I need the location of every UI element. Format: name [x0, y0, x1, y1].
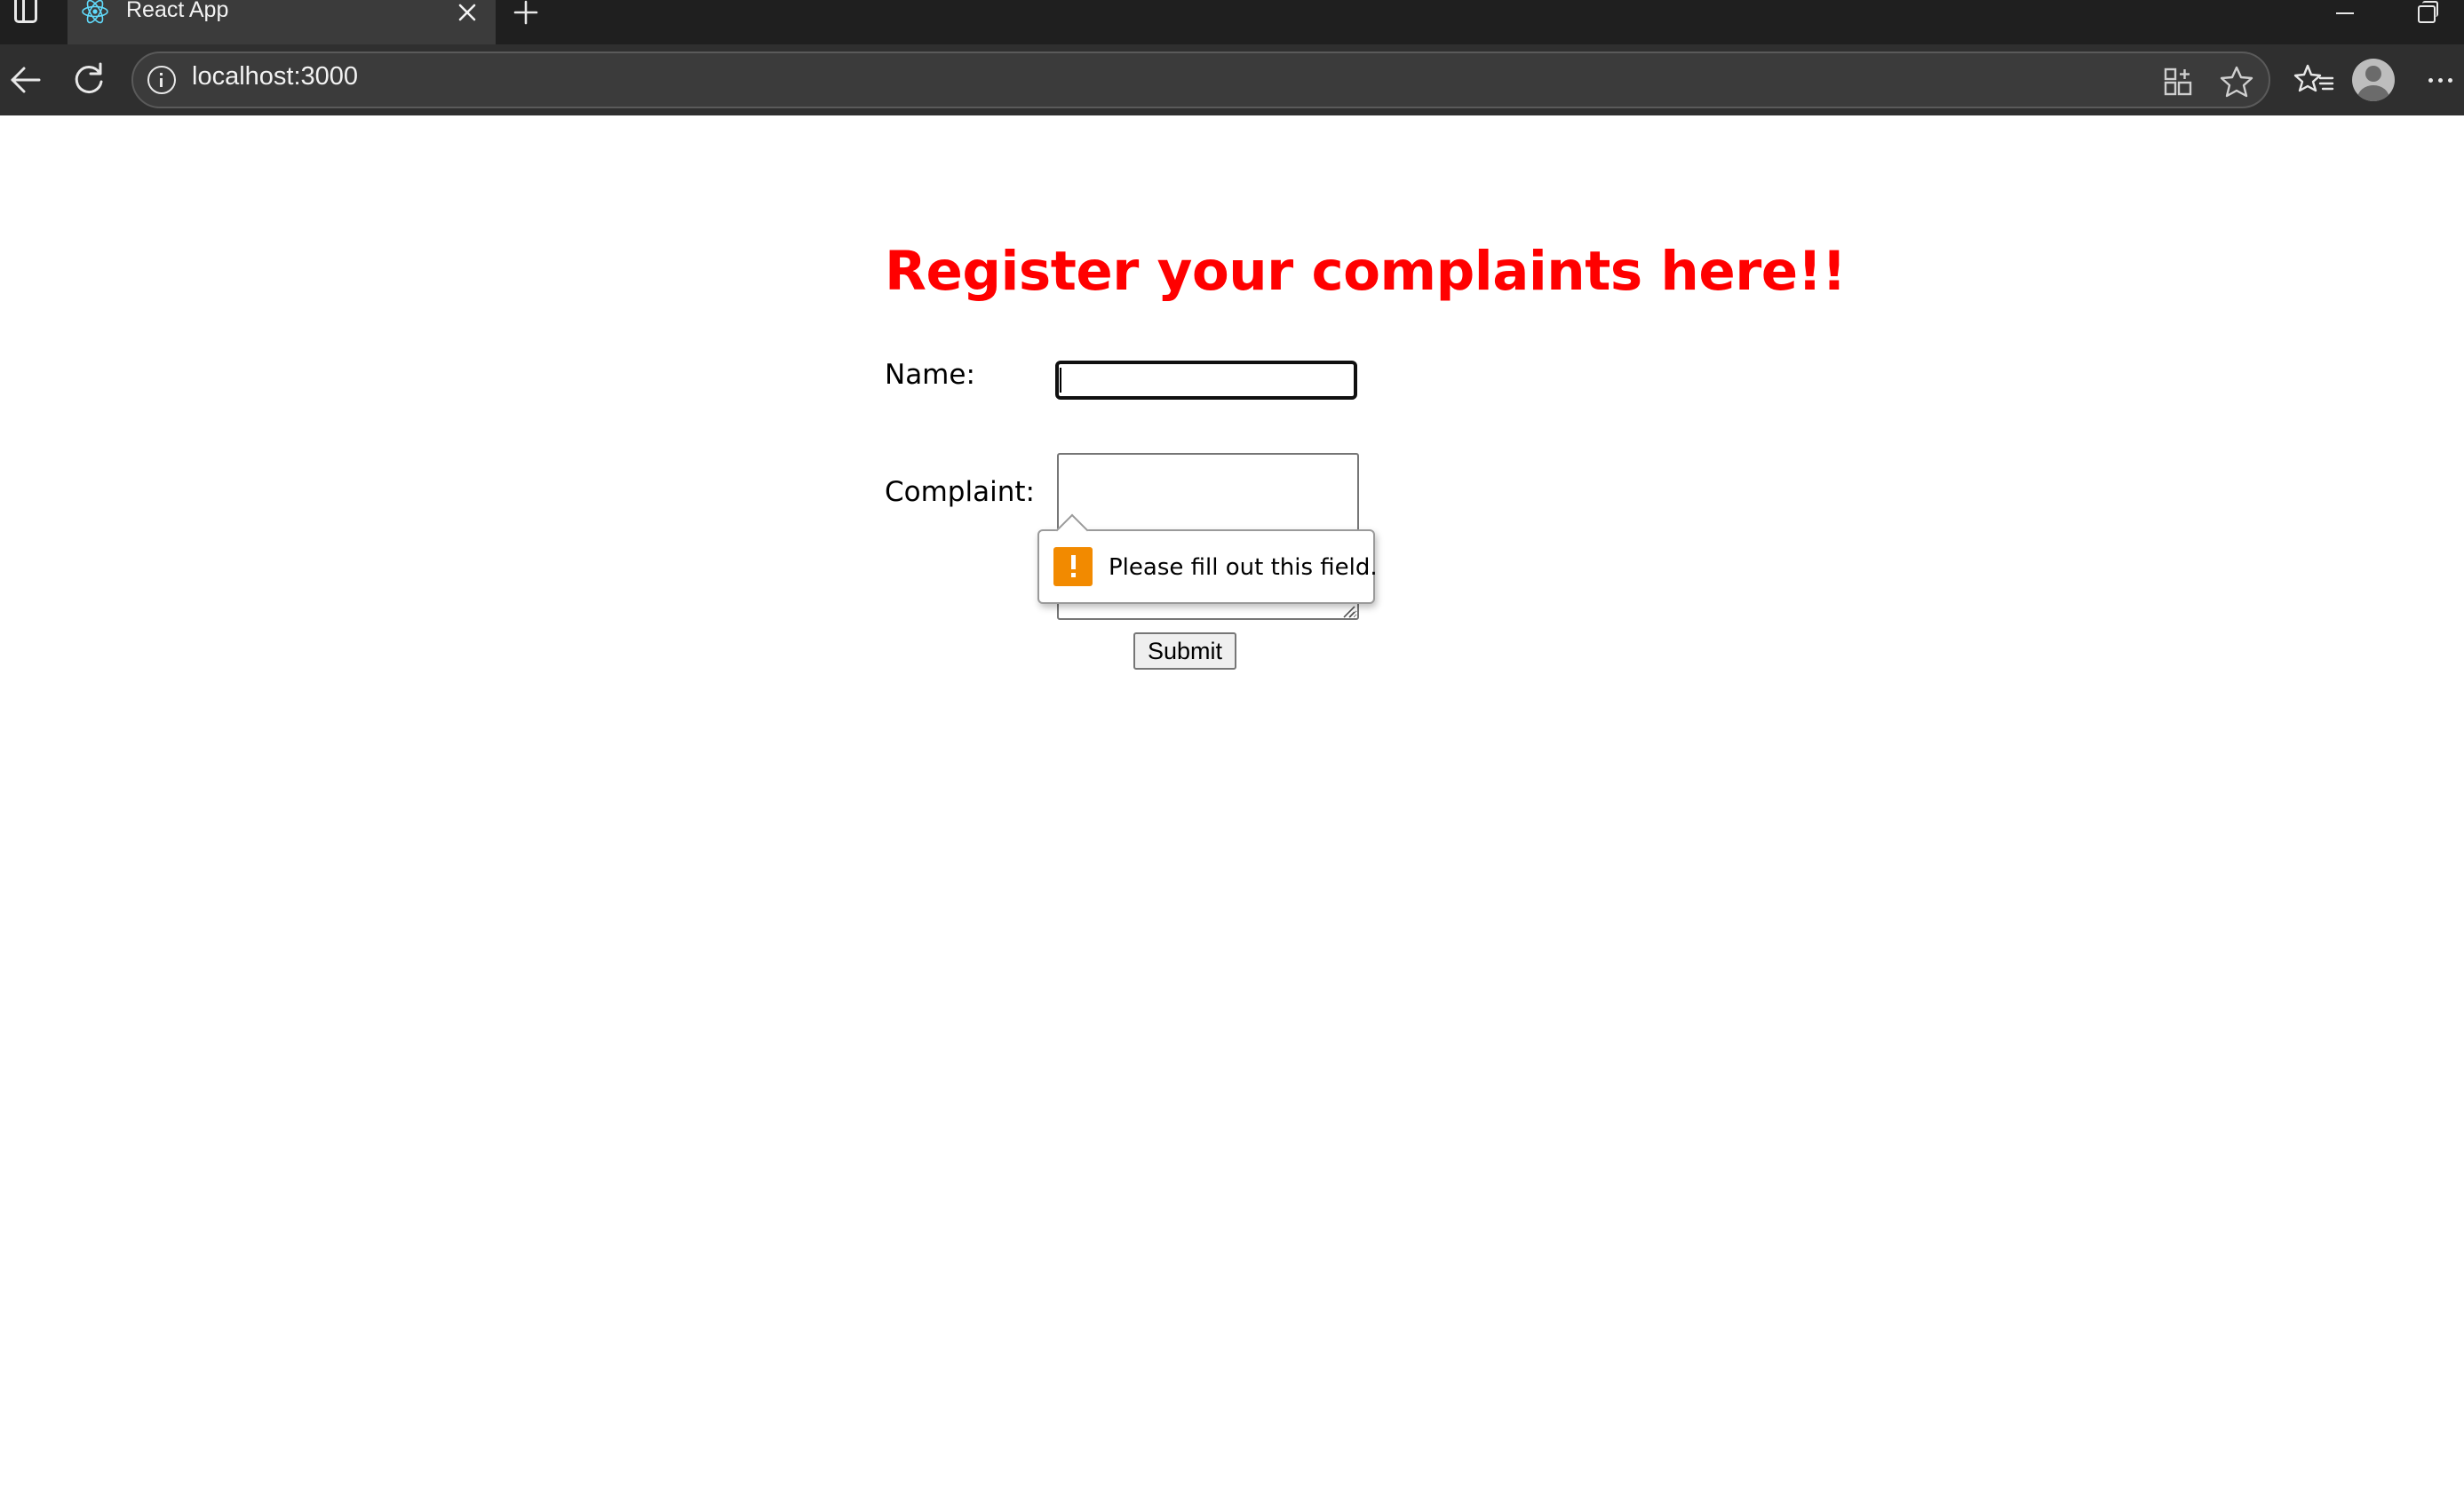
- validation-tooltip: Please fill out this field.: [1037, 513, 1378, 604]
- name-input[interactable]: [1055, 361, 1357, 400]
- more-icon[interactable]: [2416, 55, 2464, 105]
- name-label: Name:: [885, 359, 975, 391]
- minimize-window-button[interactable]: [2318, 0, 2372, 27]
- tab-actions-button[interactable]: [9, 0, 41, 27]
- text-caret: [1060, 368, 1061, 393]
- resize-grip-icon[interactable]: [1341, 604, 1355, 618]
- warning-icon: [1053, 547, 1093, 586]
- star-icon[interactable]: [2217, 62, 2256, 101]
- info-icon[interactable]: [147, 66, 176, 94]
- browser-tab[interactable]: React App: [68, 0, 496, 44]
- complaint-label: Complaint:: [885, 476, 1035, 508]
- page-viewport: Register your complaints here!! Name: Co…: [0, 115, 2464, 1485]
- favorites-icon[interactable]: [2290, 55, 2340, 105]
- tab-close-icon[interactable]: [451, 0, 483, 28]
- url-text[interactable]: localhost:3000: [192, 62, 358, 91]
- app-available-icon[interactable]: [2160, 64, 2196, 99]
- page-title: Register your complaints here!!: [885, 240, 1847, 303]
- new-tab-icon[interactable]: [508, 0, 544, 28]
- react-icon: [82, 0, 108, 24]
- back-arrow-icon[interactable]: [0, 53, 53, 107]
- reload-icon[interactable]: [62, 53, 115, 107]
- restore-window-button[interactable]: [2398, 0, 2452, 27]
- tab-title: React App: [126, 0, 229, 22]
- submit-button[interactable]: Submit: [1133, 632, 1236, 670]
- browser-title-bar: React App: [0, 0, 2464, 44]
- profile-avatar-icon[interactable]: [2352, 59, 2395, 101]
- validation-message: Please fill out this field.: [1109, 554, 1378, 581]
- browser-toolbar: localhost:3000: [0, 44, 2464, 115]
- address-bar[interactable]: localhost:3000: [131, 52, 2270, 108]
- tab-actions-icon: [14, 0, 37, 23]
